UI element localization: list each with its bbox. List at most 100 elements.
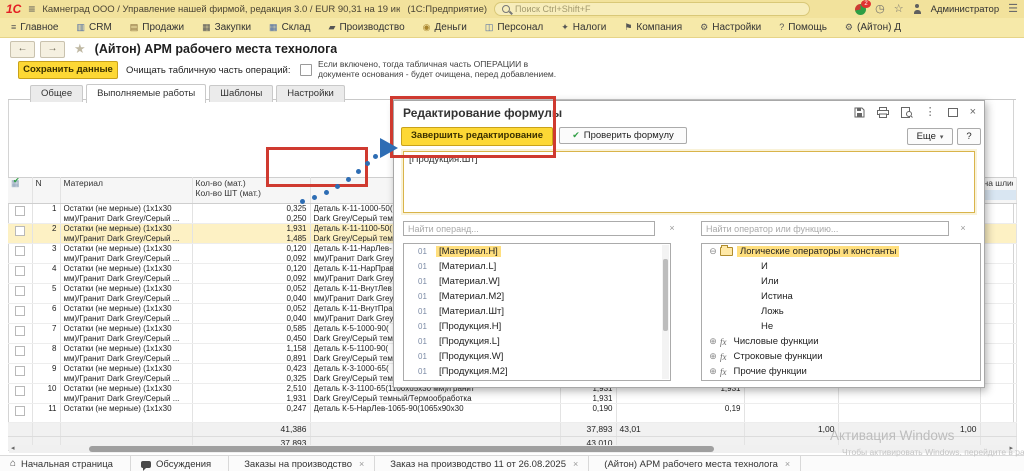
preview-icon[interactable] [901, 107, 913, 118]
operator-tree-item[interactable]: fx Истина [702, 289, 980, 304]
header-grinding[interactable]: на шлифо [980, 178, 1016, 204]
header-material[interactable]: Материал [60, 178, 192, 204]
help-button[interactable]: ? [957, 128, 981, 145]
maximize-icon[interactable] [948, 108, 958, 117]
menu-item[interactable]: ▦ Склад [260, 22, 319, 33]
save-data-button[interactable]: Сохранить данные [18, 61, 118, 79]
scrollbar-thumb[interactable] [89, 446, 714, 452]
row-select-cell[interactable] [8, 344, 32, 364]
check-formula-button[interactable]: ✔ Проверить формулу [559, 127, 687, 144]
header-n[interactable]: N [32, 178, 60, 204]
operator-tree-item[interactable]: fx И [702, 259, 980, 274]
row-select-cell[interactable] [8, 204, 32, 224]
status-tab[interactable]: (Айтон) АРМ рабочего места технолога × [589, 456, 801, 471]
history-icon[interactable]: ◷ [875, 4, 885, 15]
row-checkbox[interactable] [15, 246, 25, 256]
tree-expander-icon[interactable]: ⊕ [708, 351, 718, 362]
close-icon[interactable]: × [359, 459, 364, 469]
operand-item[interactable]: 01 [Материал.L] [404, 259, 670, 274]
scroll-left-icon[interactable]: ◂ [11, 445, 15, 453]
close-icon[interactable]: × [785, 459, 790, 469]
row-checkbox[interactable] [15, 366, 25, 376]
favorites-star-icon[interactable]: ☆ [894, 4, 904, 15]
clear-operations-checkbox[interactable] [300, 64, 312, 76]
back-button[interactable]: ← [10, 41, 35, 58]
status-tab[interactable]: Обсуждения [131, 456, 229, 471]
row-checkbox[interactable] [15, 346, 25, 356]
menu-item[interactable]: ? Помощь [770, 22, 836, 33]
operator-tree-item[interactable]: ⊖ fx Логические операторы и константы [702, 244, 980, 259]
more-button[interactable]: Еще ▾ [907, 128, 953, 145]
user-icon[interactable] [913, 4, 922, 14]
tree-expander-icon[interactable]: ⊖ [708, 246, 718, 257]
menu-item[interactable]: ✦ Налоги [552, 22, 615, 33]
more-dots-icon[interactable]: ⋮ [925, 107, 936, 118]
row-checkbox[interactable] [15, 266, 25, 276]
header-select[interactable]: ▦✔ [8, 178, 32, 204]
clear-operand-search-icon[interactable]: × [666, 221, 678, 236]
operator-tree-item[interactable]: ⊕ fx Прочие функции [702, 364, 980, 379]
global-search-input[interactable]: Поиск Ctrl+Shift+F [494, 2, 810, 16]
operator-tree-item[interactable]: fx Не [702, 319, 980, 334]
row-select-cell[interactable] [8, 244, 32, 264]
menu-item[interactable]: ▦ Закупки [193, 22, 260, 33]
save-icon[interactable] [854, 107, 865, 118]
row-select-cell[interactable] [8, 324, 32, 344]
operand-item[interactable]: 01 [Материал.Шт] [404, 304, 670, 319]
operator-tree-item[interactable]: fx Ложь [702, 304, 980, 319]
formula-editor-area[interactable]: [Продукция.Шт] [403, 151, 975, 213]
operand-search-input[interactable] [403, 221, 655, 236]
close-icon[interactable]: × [573, 459, 578, 469]
favorite-star-icon[interactable]: ★ [74, 41, 86, 57]
tab[interactable]: Выполняемые работы [86, 84, 206, 103]
menu-item[interactable]: ▤ Продажи [121, 22, 193, 33]
tab[interactable]: Общее [30, 85, 83, 102]
close-icon[interactable]: × [970, 107, 976, 118]
row-checkbox[interactable] [15, 206, 25, 216]
row-checkbox[interactable] [15, 306, 25, 316]
menu-item[interactable]: ⚙ (Айтон) Д [836, 22, 910, 33]
operator-tree-item[interactable]: ⊕ fx Строковые функции [702, 349, 980, 364]
operator-tree-item[interactable]: fx Или [702, 274, 980, 289]
row-select-cell[interactable] [8, 364, 32, 384]
toolbar-menu-icon[interactable]: ☰ [1008, 4, 1018, 15]
operand-item[interactable]: 01 [Продукция.W] [404, 349, 670, 364]
row-select-cell[interactable] [8, 404, 32, 423]
menu-item[interactable]: ◉ Деньги [414, 22, 476, 33]
scrollbar-thumb[interactable] [663, 259, 668, 331]
forward-button[interactable]: → [40, 41, 65, 58]
row-select-cell[interactable] [8, 304, 32, 324]
table-row[interactable]: 11 Остатки (не мерные) (1х1х30 0,247 Дет… [8, 404, 1016, 423]
row-select-cell[interactable] [8, 384, 32, 404]
status-tab[interactable]: Заказы на производство × [229, 456, 375, 471]
menu-item[interactable]: ◫ Персонал [476, 22, 552, 33]
row-checkbox[interactable] [15, 386, 25, 396]
tab[interactable]: Настройки [276, 85, 345, 102]
print-icon[interactable] [877, 107, 889, 118]
clear-operator-search-icon[interactable]: × [957, 221, 969, 236]
status-tab[interactable]: ⌂ Начальная страница [0, 456, 131, 471]
operand-item[interactable]: 01 [Продукция.H] [404, 319, 670, 334]
operator-tree-item[interactable]: ⊕ fx Числовые функции [702, 334, 980, 349]
operand-item[interactable]: 01 [Продукция.M2] [404, 364, 670, 379]
tab[interactable]: Шаблоны [209, 85, 273, 102]
tree-expander-icon[interactable]: ⊕ [708, 336, 718, 347]
row-checkbox[interactable] [15, 226, 25, 236]
menu-item[interactable]: ≡ Главное [2, 22, 67, 33]
operand-item[interactable]: 01 [Материал.W] [404, 274, 670, 289]
row-checkbox[interactable] [15, 326, 25, 336]
operand-item[interactable]: 01 [Продукция.L] [404, 334, 670, 349]
row-select-cell[interactable] [8, 284, 32, 304]
menu-item[interactable]: ▰ Производство [320, 22, 414, 33]
notifications-icon[interactable]: 2 [855, 4, 866, 15]
operand-item[interactable]: 01 [Материал.M2] [404, 289, 670, 304]
menu-item[interactable]: ⚑ Компания [615, 22, 691, 33]
row-select-cell[interactable] [8, 224, 32, 244]
row-select-cell[interactable] [8, 264, 32, 284]
hamburger-icon[interactable]: ≡ [28, 3, 35, 15]
row-checkbox[interactable] [15, 406, 25, 416]
operand-scrollbar[interactable] [662, 245, 669, 379]
operator-search-input[interactable] [701, 221, 949, 236]
operand-item[interactable]: 01 [Материал.H] [404, 244, 670, 259]
row-checkbox[interactable] [15, 286, 25, 296]
